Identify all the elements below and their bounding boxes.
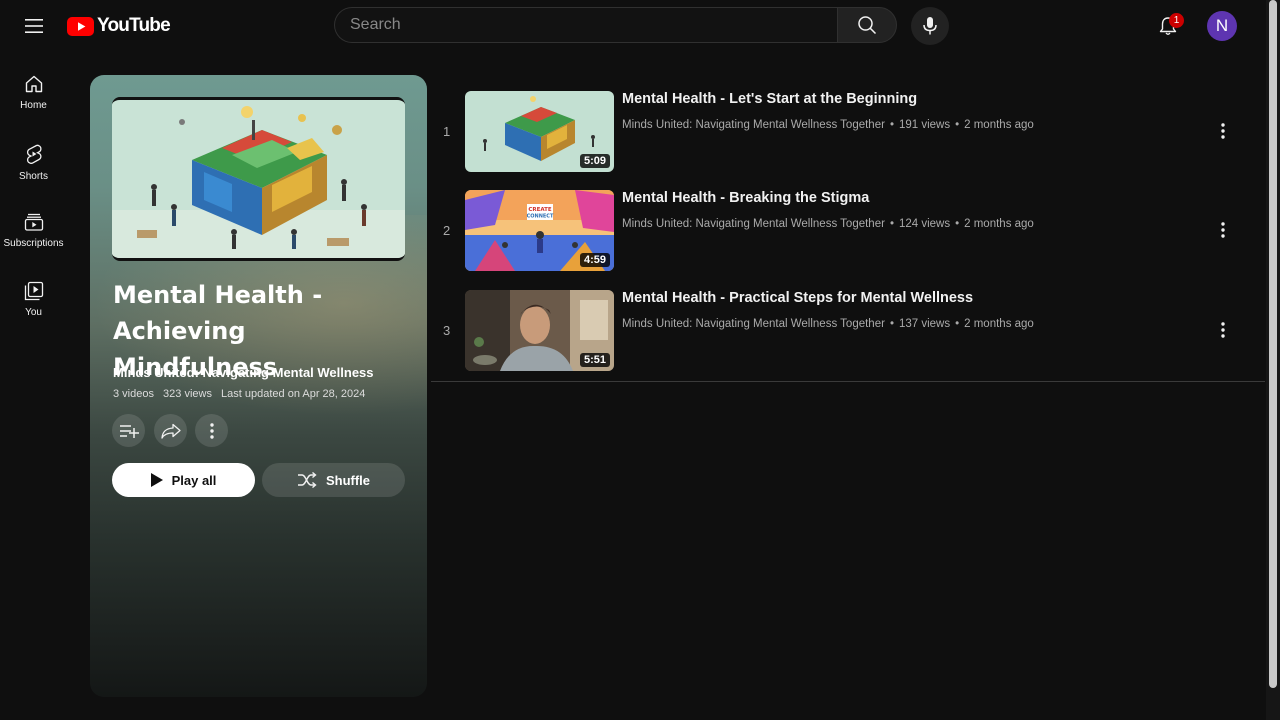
search-input[interactable] xyxy=(335,8,820,42)
sidebar-item-you[interactable]: You xyxy=(0,277,67,339)
sidebar-item-label: Shorts xyxy=(19,171,48,182)
playlist-view-count: 323 views xyxy=(163,388,212,400)
more-vertical-icon xyxy=(1221,123,1225,139)
notification-count-badge: 1 xyxy=(1169,13,1184,28)
sidebar-item-subscriptions[interactable]: Subscriptions xyxy=(0,208,67,270)
share-button[interactable] xyxy=(154,414,187,447)
logo-text: YouTube xyxy=(97,15,171,36)
video-duration: 4:59 xyxy=(579,253,610,267)
separator-dot: • xyxy=(889,318,894,330)
youtube-play-logo-icon xyxy=(67,16,94,36)
video-channel[interactable]: Minds United: Navigating Mental Wellness… xyxy=(622,218,885,230)
sidebar-item-label: Subscriptions xyxy=(3,238,64,249)
video-title[interactable]: Mental Health - Practical Steps for Ment… xyxy=(622,290,973,306)
playlist-video-count: 3 videos xyxy=(113,388,154,400)
thumbnail-text-connect: CONNECT xyxy=(527,214,554,220)
you-library-icon xyxy=(24,281,43,301)
playlist-video-item[interactable]: 3 5:51 Mental Health - Practical Steps f… xyxy=(431,290,1265,382)
video-channel[interactable]: Minds United: Navigating Mental Wellness… xyxy=(622,119,885,131)
microphone-icon xyxy=(923,17,937,35)
subscriptions-icon xyxy=(24,213,43,231)
shorts-icon xyxy=(26,144,42,164)
play-all-label: Play all xyxy=(171,472,217,488)
playlist-last-updated: Last updated on Apr 28, 2024 xyxy=(221,388,366,400)
top-bar: YouTube 1 N xyxy=(0,0,1266,52)
separator-dot: • xyxy=(889,119,894,131)
separator-dot: • xyxy=(889,218,894,230)
menu-button[interactable] xyxy=(16,8,52,44)
playlist-thumbnail[interactable] xyxy=(112,97,405,261)
video-duration: 5:51 xyxy=(579,353,610,367)
search-button[interactable] xyxy=(837,7,897,43)
search-icon xyxy=(858,16,877,35)
account-avatar[interactable]: N xyxy=(1207,11,1237,41)
voice-search-button[interactable] xyxy=(911,7,949,45)
video-views: 124 views xyxy=(898,218,951,230)
video-metadata: Minds United: Navigating Mental Wellness… xyxy=(622,318,1034,330)
video-thumbnail[interactable]: 5:51 xyxy=(465,290,614,371)
home-icon xyxy=(25,75,42,93)
list-divider xyxy=(431,381,1265,382)
more-vertical-icon xyxy=(1221,322,1225,338)
youtube-logo[interactable]: YouTube xyxy=(67,15,171,37)
playlist-video-item[interactable]: 2 CREATE CONNECT 4:59 Mental Health - Br… xyxy=(431,190,1265,282)
video-index: 3 xyxy=(443,323,451,338)
playlist-add-icon xyxy=(119,424,139,438)
play-icon xyxy=(150,473,163,487)
video-index: 2 xyxy=(443,223,451,238)
shuffle-icon xyxy=(297,472,317,488)
video-more-actions-button[interactable] xyxy=(1211,316,1235,344)
video-title[interactable]: Mental Health - Breaking the Stigma xyxy=(622,190,869,206)
separator-dot: • xyxy=(955,318,960,330)
video-more-actions-button[interactable] xyxy=(1211,216,1235,244)
playlist-stats: 3 videos 323 views Last updated on Apr 2… xyxy=(113,388,371,400)
search-box xyxy=(334,7,837,43)
shuffle-label: Shuffle xyxy=(325,472,371,488)
sidebar-item-shorts[interactable]: Shorts xyxy=(0,139,67,201)
video-duration: 5:09 xyxy=(579,154,610,168)
scrollbar-thumb[interactable] xyxy=(1269,0,1277,688)
puzzle-collaboration-illustration xyxy=(112,100,405,258)
video-age: 2 months ago xyxy=(964,318,1034,330)
more-vertical-icon xyxy=(209,422,214,439)
shuffle-button[interactable]: Shuffle xyxy=(262,463,405,497)
playlist-header-panel: Mental Health - Achieving Mindfulness Mi… xyxy=(90,75,427,697)
notifications-button[interactable] xyxy=(1148,6,1188,46)
more-vertical-icon xyxy=(1221,222,1225,238)
video-age: 2 months ago xyxy=(964,218,1034,230)
sidebar-item-label: You xyxy=(25,307,42,318)
thumbnail-text-create: CREATE xyxy=(528,207,552,213)
playlist-more-actions-button[interactable] xyxy=(195,414,228,447)
save-to-library-button[interactable] xyxy=(112,414,145,447)
playlist-channel-link[interactable]: Minds United: Navigating Mental Wellness xyxy=(113,365,374,380)
video-channel[interactable]: Minds United: Navigating Mental Wellness… xyxy=(622,318,885,330)
hamburger-menu-icon xyxy=(25,19,43,33)
video-metadata: Minds United: Navigating Mental Wellness… xyxy=(622,119,1034,131)
video-age: 2 months ago xyxy=(964,119,1034,131)
sidebar-item-label: Home xyxy=(20,100,47,111)
video-thumbnail[interactable]: CREATE CONNECT 4:59 xyxy=(465,190,614,271)
video-index: 1 xyxy=(443,124,451,139)
video-thumbnail[interactable]: 5:09 xyxy=(465,91,614,172)
sidebar-item-home[interactable]: Home xyxy=(0,70,67,132)
video-metadata: Minds United: Navigating Mental Wellness… xyxy=(622,218,1034,230)
separator-dot: • xyxy=(955,218,960,230)
video-views: 191 views xyxy=(898,119,951,131)
share-icon xyxy=(160,423,181,439)
video-views: 137 views xyxy=(898,318,951,330)
playlist-video-item[interactable]: 1 5:09 Mental Health - Let's Start at th… xyxy=(431,91,1265,183)
video-title[interactable]: Mental Health - Let's Start at the Begin… xyxy=(622,91,917,107)
play-all-button[interactable]: Play all xyxy=(112,463,255,497)
video-more-actions-button[interactable] xyxy=(1211,117,1235,145)
separator-dot: • xyxy=(955,119,960,131)
